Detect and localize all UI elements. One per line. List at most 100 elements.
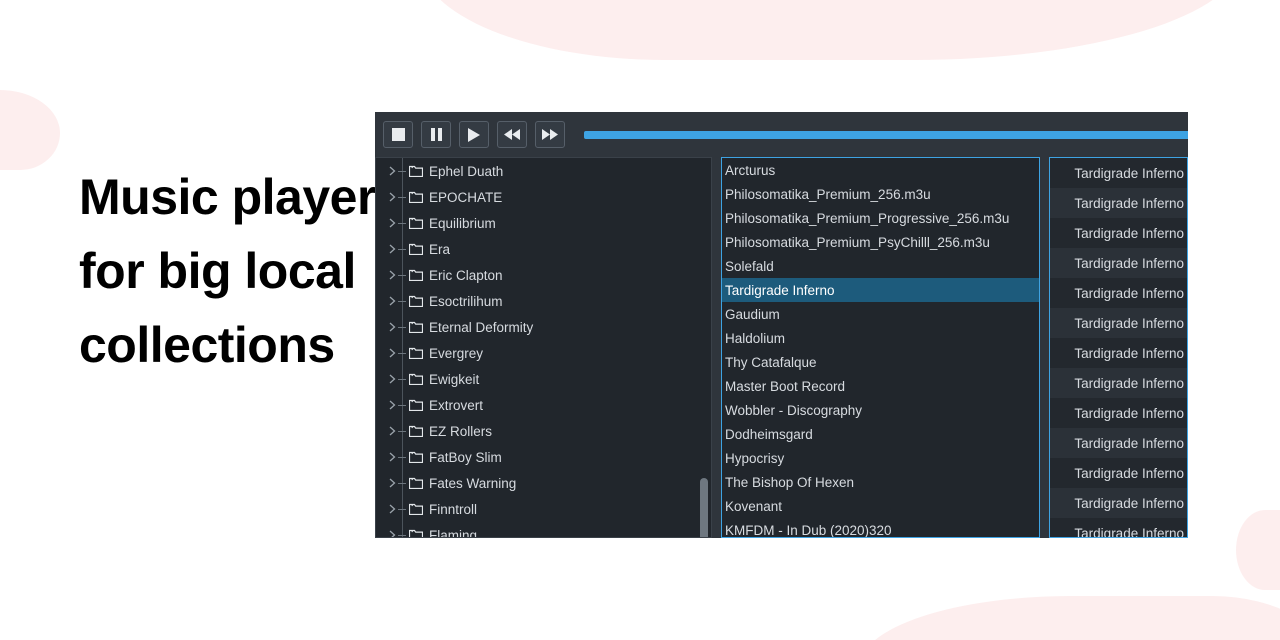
track-artist-cell: Tardigrade Inferno (1074, 315, 1184, 331)
album-list-item[interactable]: Solefald (722, 254, 1039, 278)
seek-slider[interactable] (584, 121, 1188, 148)
album-list-item[interactable]: Hypocrisy (722, 446, 1039, 470)
fast-forward-button[interactable] (535, 121, 565, 148)
table-row[interactable]: Tardigrade Inferno (1050, 338, 1187, 368)
album-list-item[interactable]: Wobbler - Discography (722, 398, 1039, 422)
tree-item-label: Ewigkeit (429, 371, 480, 387)
tree-scrollbar-thumb[interactable] (700, 478, 708, 537)
play-button[interactable] (459, 121, 489, 148)
tree-item[interactable]: Ewigkeit (376, 366, 711, 392)
transport-bar (375, 112, 1188, 157)
chevron-right-icon[interactable] (386, 444, 398, 470)
album-list-pane[interactable]: Arcturus Philosomatika_Premium_256.m3u Phi… (721, 157, 1040, 538)
table-row[interactable]: Tardigrade Inferno (1050, 488, 1187, 518)
chevron-right-icon[interactable] (386, 158, 398, 184)
chevron-right-icon[interactable] (386, 392, 398, 418)
tree-item-label: EZ Rollers (429, 423, 493, 439)
artist-tree-pane[interactable]: Ephel Duath EPOCHATE Equilibrium Era Eric Cl… (375, 157, 712, 538)
tree-item[interactable]: Flaming (376, 522, 711, 537)
table-row[interactable]: Tardigrade Inferno (1050, 428, 1187, 458)
pane-divider-left (712, 157, 721, 538)
track-artist-cell: Tardigrade Inferno (1074, 225, 1184, 241)
album-list-item[interactable]: Gaudium (722, 302, 1039, 326)
album-list-item[interactable]: Kovenant (722, 494, 1039, 518)
pause-button[interactable] (421, 121, 451, 148)
album-list-item[interactable]: Arcturus (722, 158, 1039, 182)
tree-item[interactable]: Finntroll (376, 496, 711, 522)
chevron-right-icon[interactable] (386, 470, 398, 496)
page-headline: Music player for big local collections (79, 169, 376, 373)
chevron-right-icon[interactable] (386, 210, 398, 236)
tree-item[interactable]: Eternal Deformity (376, 314, 711, 340)
table-row[interactable]: Tardigrade Inferno (1050, 458, 1187, 488)
album-list-item-label: Dodheimsgard (725, 426, 813, 442)
album-list-item[interactable]: Philosomatika_Premium_PsyChilll_256.m3u (722, 230, 1039, 254)
tree-connector (398, 378, 406, 380)
album-list-item[interactable]: Master Boot Record (722, 374, 1039, 398)
track-table-pane[interactable]: Tardigrade Inferno Tardigrade Inferno Tard… (1049, 157, 1188, 538)
tree-item[interactable]: EPOCHATE (376, 184, 711, 210)
play-icon (468, 127, 480, 142)
table-row[interactable]: Tardigrade Inferno (1050, 308, 1187, 338)
pane-divider-right (1040, 157, 1049, 538)
table-row[interactable]: Tardigrade Inferno (1050, 368, 1187, 398)
track-table: Tardigrade Inferno Tardigrade Inferno Tard… (1050, 158, 1187, 537)
tree-scrollbar[interactable] (697, 159, 710, 537)
tree-item-label: Ephel Duath (429, 163, 504, 179)
decorative-blob-bottom-right (860, 596, 1280, 640)
table-row[interactable]: Tardigrade Inferno (1050, 278, 1187, 308)
track-artist-cell: Tardigrade Inferno (1074, 495, 1184, 511)
chevron-right-icon[interactable] (386, 418, 398, 444)
chevron-right-icon[interactable] (386, 288, 398, 314)
chevron-right-icon[interactable] (386, 262, 398, 288)
tree-item[interactable]: Fates Warning (376, 470, 711, 496)
table-row[interactable]: Tardigrade Inferno (1050, 158, 1187, 188)
tree-item[interactable]: FatBoy Slim (376, 444, 711, 470)
tree-connector (398, 196, 406, 198)
album-list-item-selected[interactable]: Tardigrade Inferno (722, 278, 1039, 302)
track-artist-cell: Tardigrade Inferno (1074, 165, 1184, 181)
tree-item[interactable]: EZ Rollers (376, 418, 711, 444)
tree-connector (398, 456, 406, 458)
tree-item[interactable]: Extrovert (376, 392, 711, 418)
album-list-item[interactable]: Haldolium (722, 326, 1039, 350)
tree-item[interactable]: Eric Clapton (376, 262, 711, 288)
chevron-right-icon[interactable] (386, 522, 398, 537)
chevron-right-icon[interactable] (386, 236, 398, 262)
album-list: Arcturus Philosomatika_Premium_256.m3u Phi… (722, 158, 1039, 538)
chevron-right-icon[interactable] (386, 340, 398, 366)
chevron-right-icon[interactable] (386, 496, 398, 522)
album-list-item[interactable]: Dodheimsgard (722, 422, 1039, 446)
tree-item[interactable]: Ephel Duath (376, 158, 711, 184)
tree-item[interactable]: Era (376, 236, 711, 262)
tree-item[interactable]: Esoctrilihum (376, 288, 711, 314)
album-list-item[interactable]: Philosomatika_Premium_256.m3u (722, 182, 1039, 206)
tree-item[interactable]: Evergrey (376, 340, 711, 366)
album-list-item[interactable]: Thy Catafalque (722, 350, 1039, 374)
folder-icon (406, 477, 425, 489)
folder-icon (406, 373, 425, 385)
stop-icon (391, 128, 405, 141)
table-row[interactable]: Tardigrade Inferno (1050, 218, 1187, 248)
album-list-item[interactable]: The Bishop Of Hexen (722, 470, 1039, 494)
decorative-blob-right-edge (1236, 510, 1280, 590)
chevron-right-icon[interactable] (386, 314, 398, 340)
chevron-right-icon[interactable] (386, 184, 398, 210)
album-list-item[interactable]: Philosomatika_Premium_Progressive_256.m3… (722, 206, 1039, 230)
chevron-right-icon[interactable] (386, 366, 398, 392)
tree-item[interactable]: Equilibrium (376, 210, 711, 236)
table-row[interactable]: Tardigrade Inferno (1050, 398, 1187, 428)
rewind-button[interactable] (497, 121, 527, 148)
album-list-item[interactable]: KMFDM - In Dub (2020)320 (722, 518, 1039, 538)
seek-progress-fill (584, 130, 1188, 139)
track-artist-cell: Tardigrade Inferno (1074, 255, 1184, 271)
table-row[interactable]: Tardigrade Inferno (1050, 188, 1187, 218)
track-artist-cell: Tardigrade Inferno (1074, 285, 1184, 301)
table-row[interactable]: Tardigrade Inferno (1050, 248, 1187, 278)
table-row[interactable]: Tardigrade Inferno (1050, 518, 1187, 537)
tree-connector (398, 326, 406, 328)
stop-button[interactable] (383, 121, 413, 148)
tree-item-label: Era (429, 241, 451, 257)
album-list-item-label: Gaudium (725, 306, 780, 322)
folder-icon (406, 503, 425, 515)
